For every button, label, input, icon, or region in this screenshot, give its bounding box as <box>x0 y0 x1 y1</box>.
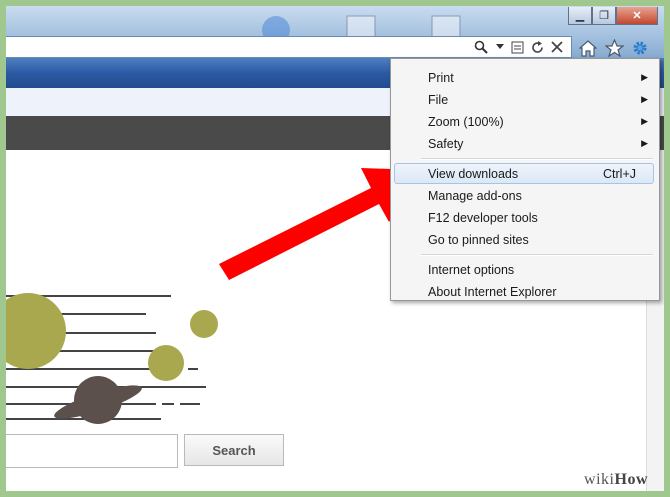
menu-item-label: About Internet Explorer <box>428 284 557 299</box>
menu-item-label: F12 developer tools <box>428 210 538 225</box>
menu-item-label: Internet options <box>428 262 515 277</box>
planet-logo <box>6 293 218 424</box>
browser-window: ▁ ❐ ✕ Search Print ▶ File ▶ Zoom (100%) … <box>6 6 664 491</box>
window-controls: ▁ ❐ ✕ <box>568 7 658 25</box>
menu-item-label: Go to pinned sites <box>428 232 529 247</box>
menu-item-print[interactable]: Print ▶ <box>394 67 654 88</box>
menu-item-view-downloads[interactable]: View downloads Ctrl+J <box>394 163 654 184</box>
compatibility-view-icon[interactable] <box>509 37 525 57</box>
gear-icon[interactable] <box>630 38 650 58</box>
home-icon[interactable] <box>578 38 598 58</box>
submenu-chevron-icon: ▶ <box>641 94 648 104</box>
menu-item-safety[interactable]: Safety ▶ <box>394 133 654 154</box>
submenu-chevron-icon: ▶ <box>641 116 648 126</box>
menu-separator <box>421 254 653 256</box>
minimize-button[interactable]: ▁ <box>568 7 592 25</box>
menu-item-label: Zoom (100%) <box>428 114 504 129</box>
search-icon[interactable] <box>471 37 491 57</box>
planet-medium <box>148 345 184 381</box>
stop-icon[interactable] <box>549 37 565 57</box>
menu-item-label: Safety <box>428 136 464 151</box>
submenu-chevron-icon: ▶ <box>641 138 648 148</box>
planet-large <box>6 293 66 369</box>
refresh-icon[interactable] <box>529 37 545 57</box>
menu-item-label: File <box>428 92 449 107</box>
planet-small <box>190 310 218 338</box>
tools-dropdown-menu: Print ▶ File ▶ Zoom (100%) ▶ Safety ▶ Vi… <box>390 58 660 301</box>
menu-item-go-to-pinned-sites[interactable]: Go to pinned sites <box>394 229 654 250</box>
menu-item-file[interactable]: File ▶ <box>394 89 654 110</box>
star-icon[interactable] <box>604 38 624 58</box>
menu-item-zoom[interactable]: Zoom (100%) ▶ <box>394 111 654 132</box>
menu-item-internet-options[interactable]: Internet options <box>394 259 654 280</box>
close-button[interactable]: ✕ <box>616 7 658 25</box>
chevron-down-icon[interactable] <box>495 37 505 57</box>
command-icons <box>578 38 650 58</box>
menu-item-shortcut: Ctrl+J <box>603 166 636 181</box>
search-button[interactable]: Search <box>184 434 284 466</box>
menu-item-manage-add-ons[interactable]: Manage add-ons <box>394 185 654 206</box>
menu-item-label: Manage add-ons <box>428 188 522 203</box>
menu-separator <box>421 158 653 160</box>
maximize-button[interactable]: ❐ <box>592 7 616 25</box>
submenu-chevron-icon: ▶ <box>641 72 648 82</box>
menu-item-label: Print <box>428 70 454 85</box>
search-input[interactable] <box>6 434 178 468</box>
address-bar-tools <box>471 37 565 57</box>
menu-item-f12-developer-tools[interactable]: F12 developer tools <box>394 207 654 228</box>
menu-item-about-internet-explorer[interactable]: About Internet Explorer <box>394 281 654 302</box>
menu-item-label: View downloads <box>428 166 519 181</box>
planet-dark <box>54 376 142 424</box>
address-bar[interactable] <box>6 36 572 58</box>
wikihow-watermark: wikiHow <box>584 471 648 488</box>
